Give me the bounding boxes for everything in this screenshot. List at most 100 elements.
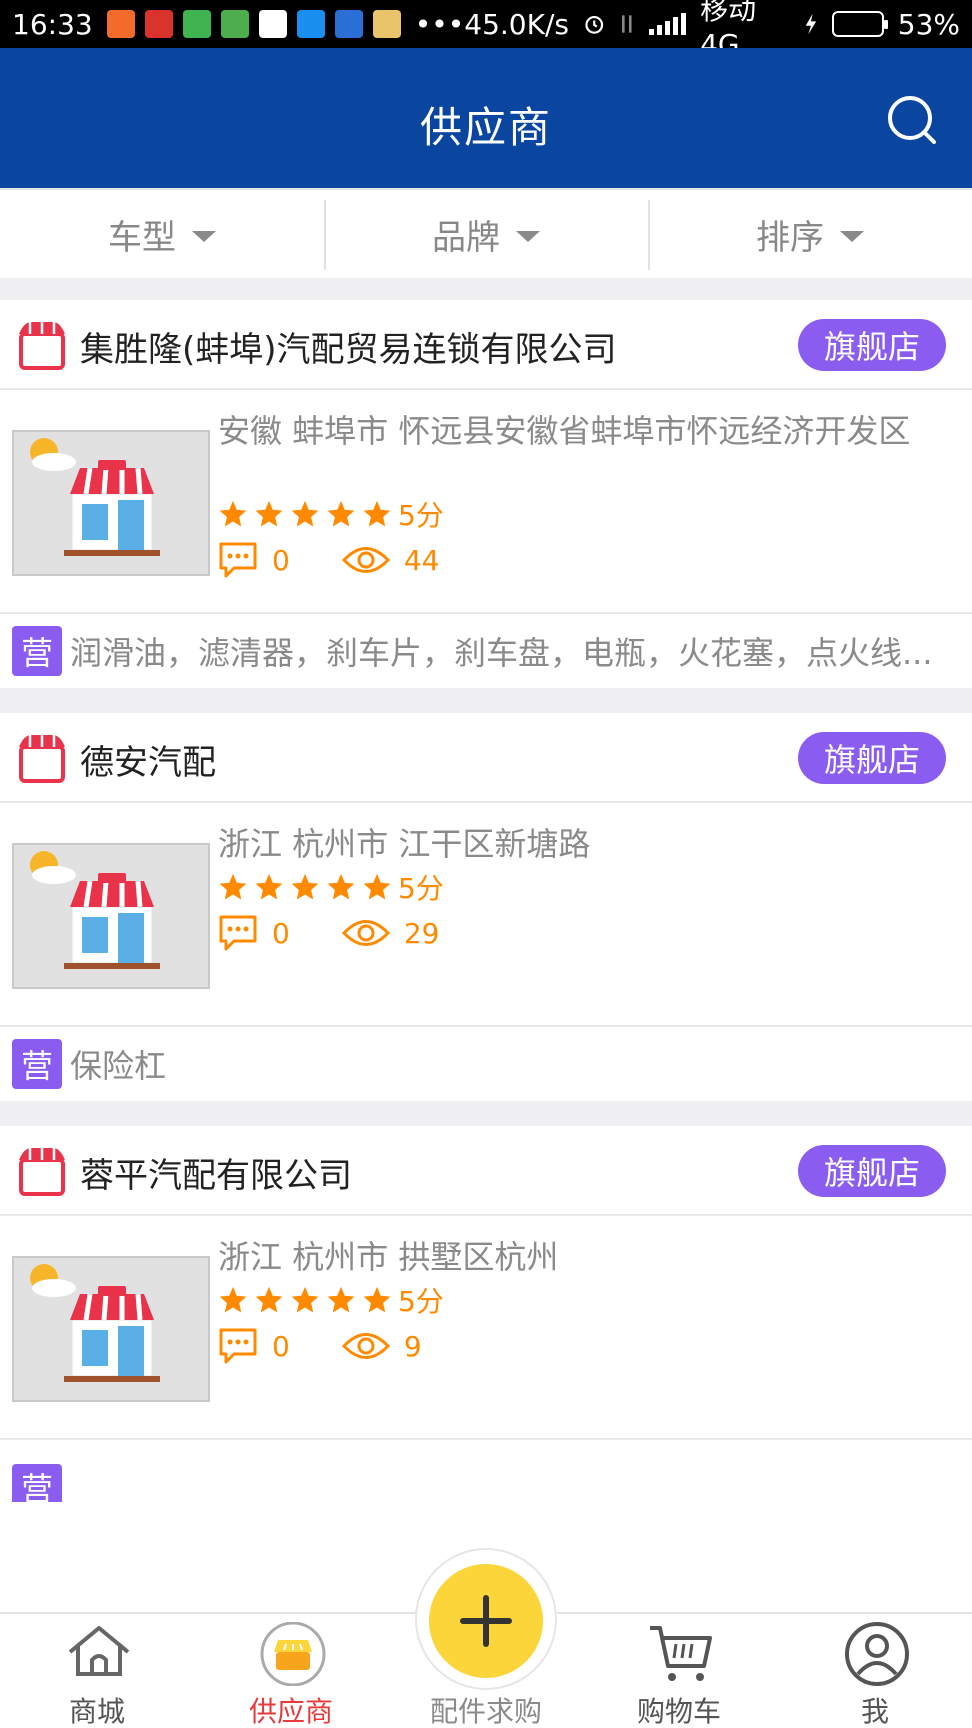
- nav-cart[interactable]: 购物车: [582, 1614, 776, 1728]
- comment-icon: [219, 1328, 257, 1364]
- store-card[interactable]: 集胜隆(蚌埠)汽配贸易连锁有限公司 旗舰店 安徽 蚌埠市 怀远县安徽省蚌埠市怀远…: [0, 300, 972, 688]
- flagship-badge[interactable]: 旗舰店: [798, 319, 946, 371]
- nav-label: 供应商: [248, 1695, 333, 1728]
- data-transfer-icon: [622, 15, 633, 33]
- star-icon: [255, 1286, 283, 1313]
- store-thumbnail[interactable]: [12, 1256, 210, 1402]
- store-name[interactable]: 蓉平汽配有限公司: [80, 1148, 352, 1197]
- shop-illustration-icon: [30, 851, 160, 969]
- star-icon: [255, 873, 283, 900]
- star-icon: [291, 1286, 319, 1313]
- store-icon: [19, 735, 65, 783]
- flagship-badge[interactable]: 旗舰店: [798, 1145, 946, 1197]
- request-parts-button[interactable]: [429, 1564, 543, 1678]
- view-stat: 9: [341, 1329, 422, 1363]
- filter-car-model[interactable]: 车型: [0, 190, 324, 278]
- store-name[interactable]: 德安汽配: [80, 735, 216, 784]
- network-speed: 45.0K/s: [464, 7, 569, 41]
- cart-icon: [650, 1626, 712, 1681]
- nav-me[interactable]: 我: [778, 1614, 972, 1728]
- nav-label: 我: [860, 1695, 889, 1728]
- nav-mall[interactable]: 商城: [0, 1614, 194, 1728]
- storage-app-icon: [182, 10, 211, 38]
- battery-icon: [832, 11, 888, 37]
- filter-sort[interactable]: 排序: [648, 190, 972, 278]
- business-scope-badge: 营: [12, 1464, 62, 1502]
- view-count: 9: [403, 1329, 422, 1363]
- rating-score: 5分: [398, 872, 444, 905]
- page-title: 供应商: [419, 103, 552, 152]
- comment-stat: 0: [218, 540, 290, 580]
- filter-brand[interactable]: 品牌: [324, 190, 648, 278]
- store-thumbnail[interactable]: [12, 430, 210, 576]
- dropdown-caret-icon: [192, 230, 216, 242]
- store-rating: 5分: [218, 1280, 444, 1320]
- alarm-icon: [585, 15, 604, 34]
- business-scope-badge: 营: [12, 1039, 62, 1089]
- store-card-header: 德安汽配 旗舰店: [0, 713, 972, 803]
- nav-label: 购物车: [636, 1695, 721, 1728]
- store-rating: 5分: [218, 494, 444, 534]
- filter-bar: 车型 品牌 排序: [0, 188, 972, 278]
- store-card-header: 蓉平汽配有限公司 旗舰店: [0, 1126, 972, 1216]
- eye-icon: [341, 547, 390, 573]
- store-thumbnail[interactable]: [12, 843, 210, 989]
- flagship-badge[interactable]: 旗舰店: [798, 732, 946, 784]
- store-card-body: 浙江 杭州市 拱墅区杭州 5分 0 9: [0, 1216, 972, 1440]
- store-name[interactable]: 集胜隆(蚌埠)汽配贸易连锁有限公司: [80, 322, 617, 371]
- comment-count: 0: [272, 916, 290, 950]
- comment-count: 0: [272, 543, 290, 577]
- filter-label: 车型: [108, 217, 176, 258]
- title-bar: 供应商: [0, 48, 972, 188]
- shop-illustration-icon: [30, 1264, 160, 1382]
- alipay-icon: [296, 10, 325, 38]
- view-count: 44: [403, 543, 440, 577]
- supplier-page: 16:33 ••• 45.0K/s 移动 4G 53% 供应商 车型 品牌 排序…: [0, 0, 972, 1728]
- user-icon: [845, 1622, 909, 1686]
- view-stat: 44: [341, 543, 440, 577]
- star-icon: [327, 1286, 355, 1313]
- avatar-app-icon: [372, 10, 401, 38]
- nav-label: 商城: [68, 1695, 125, 1728]
- store-stats: 0 9: [218, 1326, 474, 1366]
- store-card[interactable]: 德安汽配 旗舰店 浙江 杭州市 江干区新塘路 5分 0 29 营 保险杠: [0, 713, 972, 1101]
- filter-label: 品牌: [432, 217, 500, 258]
- store-stats: 0 29: [218, 913, 491, 953]
- news-app-icon: [144, 10, 173, 38]
- comment-stat: 0: [218, 1326, 290, 1366]
- rating-stars: [218, 872, 392, 902]
- star-icon: [291, 500, 319, 527]
- play-store-icon: [258, 10, 287, 38]
- dropdown-caret-icon: [840, 230, 864, 242]
- comment-icon: [219, 915, 257, 951]
- view-stat: 29: [341, 916, 439, 950]
- comment-icon: [219, 542, 257, 578]
- nav-label-request-parts: 配件求购: [429, 1695, 542, 1728]
- business-scope-badge: 营: [12, 626, 62, 676]
- eye-icon: [341, 1333, 390, 1359]
- charging-icon: [806, 13, 817, 35]
- star-icon: [327, 500, 355, 527]
- store-stats: 0 44: [218, 540, 491, 580]
- store-address: 浙江 杭州市 拱墅区杭州: [218, 1238, 559, 1276]
- notification-icons: •••: [106, 8, 464, 41]
- nav-supplier[interactable]: 供应商: [194, 1614, 388, 1728]
- status-bar: 16:33 ••• 45.0K/s 移动 4G 53%: [0, 0, 972, 61]
- status-time: 16:33: [12, 7, 93, 41]
- search-icon[interactable]: [884, 92, 940, 148]
- eye-icon: [341, 920, 390, 946]
- star-icon: [219, 500, 247, 527]
- supplier-shop-icon: [260, 1622, 326, 1686]
- store-address: 安徽 蚌埠市 怀远县安徽省蚌埠市怀远经济开发区: [218, 412, 911, 450]
- taobao-app-icon: [106, 10, 135, 38]
- star-icon: [363, 873, 391, 900]
- rating-score: 5分: [398, 1285, 444, 1318]
- business-scope-text: 润滑油，滤清器，刹车片，刹车盘，电瓶，火花塞，点火线...: [70, 634, 933, 672]
- star-icon: [363, 1286, 391, 1313]
- comment-stat: 0: [218, 913, 290, 953]
- filter-label: 排序: [756, 217, 824, 258]
- business-scope-text: 保险杠: [70, 1047, 167, 1085]
- business-scope: 营 润滑油，滤清器，刹车片，刹车盘，电瓶，火花塞，点火线...: [0, 614, 972, 688]
- store-address: 浙江 杭州市 江干区新塘路: [218, 825, 591, 863]
- dropdown-caret-icon: [516, 230, 540, 242]
